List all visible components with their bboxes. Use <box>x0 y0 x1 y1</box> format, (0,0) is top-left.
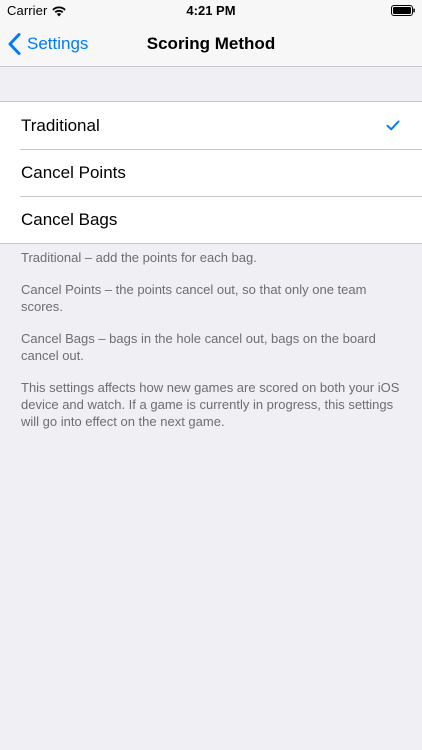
option-label: Cancel Bags <box>21 209 118 229</box>
battery-icon <box>391 5 415 16</box>
option-cancel-bags[interactable]: Cancel Bags <box>0 196 422 243</box>
checkmark-icon <box>386 120 400 131</box>
option-traditional[interactable]: Traditional <box>0 102 422 149</box>
section-footer: Traditional – add the points for each ba… <box>21 249 406 445</box>
option-label: Traditional <box>21 115 100 135</box>
page-title: Scoring Method <box>146 34 276 53</box>
status-bar: Carrier 4:21 PM <box>0 0 422 22</box>
option-cancel-points[interactable]: Cancel Points <box>0 149 422 196</box>
footer-cancel-bags-description: Cancel Bags – bags in the hole cancel ou… <box>21 331 376 363</box>
navigation-bar: Settings Scoring Method <box>0 22 422 67</box>
status-time: 4:21 PM <box>186 3 236 18</box>
scoring-method-list: Traditional Cancel Points Cancel Bags <box>0 101 422 244</box>
option-label: Cancel Points <box>21 162 126 182</box>
footer-traditional-description: Traditional – add the points for each ba… <box>21 250 257 265</box>
footer-cancel-points-description: Cancel Points – the points cancel out, s… <box>21 282 367 314</box>
footer-note: This settings affects how new games are … <box>21 380 400 429</box>
